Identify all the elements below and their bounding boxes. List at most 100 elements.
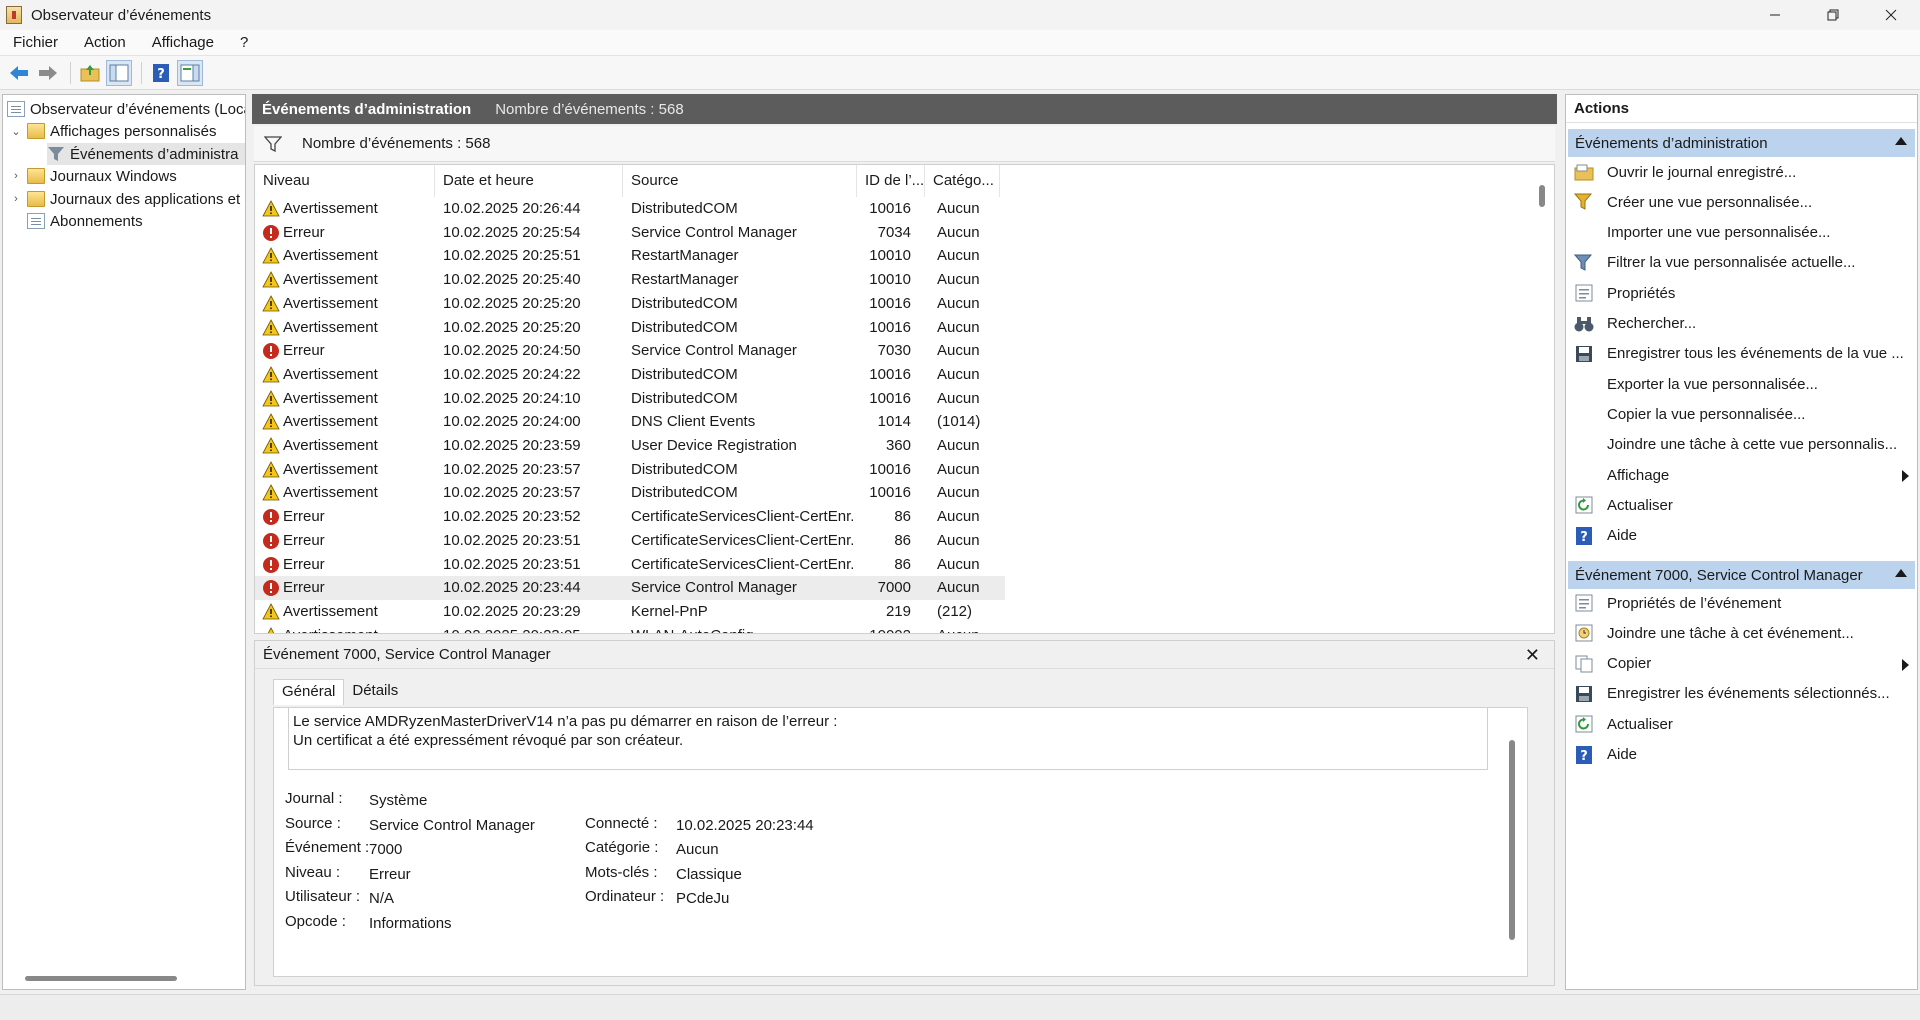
help-icon[interactable]: ?: [148, 60, 174, 86]
collapse-icon[interactable]: [1895, 569, 1907, 577]
event-message[interactable]: Le service AMDRyzenMasterDriverV14 n’a p…: [288, 708, 1488, 770]
action-item[interactable]: Copier la vue personnalisée...: [1566, 400, 1917, 428]
table-row[interactable]: Avertissement 10.02.2025 20:23:57 Distribu…: [255, 458, 1005, 482]
table-row[interactable]: Erreur 10.02.2025 20:24:50 Service Control…: [255, 339, 1005, 363]
event-viewer-icon: [7, 101, 25, 117]
toolbar-separator: [70, 61, 71, 84]
menu-action[interactable]: Action: [71, 34, 139, 51]
filter-create-icon: [1573, 191, 1595, 213]
back-icon[interactable]: [6, 60, 32, 86]
level-cell: Avertissement: [283, 413, 378, 431]
action-item[interactable]: Copier: [1566, 650, 1917, 678]
action-item[interactable]: Créer une vue personnalisée...: [1566, 188, 1917, 216]
tree-item-admin-events[interactable]: Événements d’administra: [47, 143, 245, 165]
up-folder-icon[interactable]: [77, 60, 103, 86]
chevron-right-icon[interactable]: ›: [9, 170, 23, 182]
action-label: Aide: [1607, 746, 1638, 763]
action-item[interactable]: Affichage: [1566, 461, 1917, 489]
column-header-level[interactable]: Niveau: [255, 165, 435, 197]
action-item[interactable]: Enregistrer les événements sélectionnés.…: [1566, 680, 1917, 708]
show-hide-tree-icon[interactable]: [106, 59, 132, 86]
column-header-event-id[interactable]: ID de l’...: [857, 165, 925, 197]
close-window-button[interactable]: [1862, 0, 1920, 30]
action-item[interactable]: Rechercher...: [1566, 310, 1917, 338]
vertical-scrollbar[interactable]: [1539, 185, 1545, 207]
tree-item-subscriptions[interactable]: Abonnements: [27, 210, 143, 232]
table-row[interactable]: Erreur 10.02.2025 20:23:44 Service Control…: [255, 576, 1005, 601]
refresh-icon: [1573, 494, 1595, 516]
menu-affichage[interactable]: Affichage: [139, 34, 227, 51]
table-row[interactable]: Erreur 10.02.2025 20:25:54 Service Control…: [255, 221, 1005, 245]
event-id-cell: 10016: [869, 200, 911, 217]
opcode-label: Opcode :: [285, 913, 346, 930]
table-row[interactable]: Avertissement 10.02.2025 20:24:10 Distribu…: [255, 387, 1005, 411]
tree-item-windows-logs[interactable]: › Journaux Windows: [9, 165, 177, 187]
tree-item-app-logs[interactable]: › Journaux des applications et: [9, 188, 240, 210]
tab-details[interactable]: Détails: [344, 679, 406, 705]
column-header-date[interactable]: Date et heure: [435, 165, 623, 197]
action-item[interactable]: ? Aide: [1566, 522, 1917, 550]
table-row[interactable]: Avertissement 10.02.2025 20:25:51 RestartM…: [255, 244, 1005, 268]
table-row[interactable]: Avertissement 10.02.2025 20:24:22 Distribu…: [255, 363, 1005, 387]
action-item[interactable]: Ouvrir le journal enregistré...: [1566, 158, 1917, 186]
table-row[interactable]: Avertissement 10.02.2025 20:23:59 User Dev…: [255, 434, 1005, 458]
table-row[interactable]: Avertissement 10.02.2025 20:25:20 Distribu…: [255, 316, 1005, 340]
actions-section-event[interactable]: Événement 7000, Service Control Manager: [1568, 561, 1915, 589]
tree-item-root[interactable]: Observateur d’événements (Loca: [7, 98, 245, 120]
tab-general[interactable]: Général: [273, 679, 345, 705]
action-item[interactable]: Importer une vue personnalisée...: [1566, 219, 1917, 247]
table-row[interactable]: Avertissement 10.02.2025 20:23:57 Distribu…: [255, 481, 1005, 505]
table-row[interactable]: Erreur 10.02.2025 20:23:51 CertificateServ…: [255, 529, 1005, 553]
table-row[interactable]: Avertissement 10.02.2025 20:23:05 WLAN-Aut…: [255, 624, 1005, 633]
action-item[interactable]: Filtrer la vue personnalisée actuelle...: [1566, 249, 1917, 277]
chevron-right-icon[interactable]: ›: [9, 193, 23, 205]
event-id-cell: 7030: [877, 342, 911, 360]
actions-section-view[interactable]: Événements d’administration: [1568, 129, 1915, 157]
close-icon[interactable]: ✕: [1525, 645, 1540, 666]
restore-button[interactable]: [1804, 0, 1862, 30]
action-item[interactable]: Exporter la vue personnalisée...: [1566, 370, 1917, 398]
action-item[interactable]: Actualiser: [1566, 710, 1917, 738]
action-item[interactable]: Joindre une tâche à cet événement...: [1566, 619, 1917, 647]
category-cell: Aucun: [937, 555, 980, 573]
column-header-source[interactable]: Source: [623, 165, 857, 197]
collapse-icon[interactable]: [1895, 137, 1907, 145]
table-row[interactable]: Avertissement 10.02.2025 20:25:20 Distribu…: [255, 292, 1005, 316]
tree-item-custom-views[interactable]: ⌄ Affichages personnalisés: [9, 120, 216, 142]
blank-icon: [1573, 222, 1595, 244]
horizontal-scrollbar[interactable]: [25, 976, 177, 981]
action-item[interactable]: Propriétés: [1566, 279, 1917, 307]
action-item[interactable]: Enregistrer tous les événements de la vu…: [1566, 340, 1917, 368]
table-row[interactable]: Avertissement 10.02.2025 20:25:40 RestartM…: [255, 268, 1005, 292]
warning-icon: [262, 603, 280, 620]
menu-help[interactable]: ?: [227, 34, 261, 51]
category-value: Aucun: [676, 841, 719, 858]
window-title: Observateur d’événements: [31, 6, 212, 24]
table-row[interactable]: Erreur 10.02.2025 20:23:51 CertificateServ…: [255, 553, 1005, 577]
action-item[interactable]: Actualiser: [1566, 491, 1917, 519]
action-item[interactable]: Joindre une tâche à cette vue personnali…: [1566, 431, 1917, 459]
actions-pane: Actions Événements d’administration Ouvr…: [1565, 94, 1918, 990]
column-header-category[interactable]: Catégo...: [925, 165, 1000, 197]
source-cell: Service Control Manager: [631, 342, 797, 360]
menu-fichier[interactable]: Fichier: [0, 34, 71, 51]
category-cell: Aucun: [937, 389, 980, 407]
action-item[interactable]: Propriétés de l’événement: [1566, 589, 1917, 617]
category-cell: Aucun: [937, 531, 980, 549]
level-cell: Erreur: [283, 508, 325, 526]
source-cell: Service Control Manager: [631, 223, 797, 241]
table-row[interactable]: Avertissement 10.02.2025 20:24:00 DNS Clie…: [255, 410, 1005, 434]
table-row[interactable]: Avertissement 10.02.2025 20:26:44 Distribu…: [255, 197, 1005, 221]
table-row[interactable]: Erreur 10.02.2025 20:23:52 CertificateServ…: [255, 505, 1005, 529]
vertical-scrollbar[interactable]: [1509, 740, 1515, 940]
chevron-down-icon[interactable]: ⌄: [9, 125, 23, 138]
event-id-cell: 10016: [869, 389, 911, 407]
forward-icon[interactable]: [35, 60, 61, 86]
show-hide-action-pane-icon[interactable]: [177, 59, 203, 86]
view-header: Événements d’administration Nombre d’évé…: [252, 94, 1557, 124]
minimize-button[interactable]: [1746, 0, 1804, 30]
action-item[interactable]: ? Aide: [1566, 741, 1917, 769]
toolbar-separator: [141, 61, 142, 84]
blank-icon: [1573, 434, 1595, 456]
table-row[interactable]: Avertissement 10.02.2025 20:23:29 Kernel-P…: [255, 600, 1005, 624]
